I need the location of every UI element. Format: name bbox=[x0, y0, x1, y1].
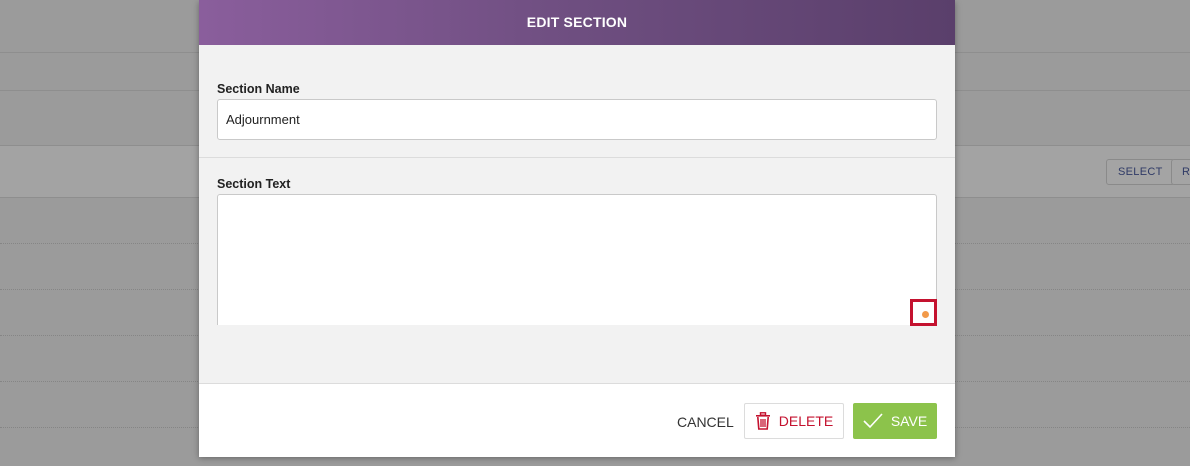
checkmark-icon bbox=[863, 413, 883, 429]
dialog-footer: CANCEL DELETE SAVE bbox=[199, 383, 955, 457]
delete-button[interactable]: DELETE bbox=[744, 403, 844, 439]
cancel-button[interactable]: CANCEL bbox=[669, 404, 742, 440]
delete-label: DELETE bbox=[778, 413, 834, 429]
bg-partial-button[interactable]: RE bbox=[1171, 159, 1190, 185]
section-name-input[interactable] bbox=[217, 99, 937, 140]
form-divider bbox=[199, 157, 955, 158]
save-label: SAVE bbox=[890, 413, 928, 429]
section-text-label: Section Text bbox=[217, 177, 291, 191]
save-button[interactable]: SAVE bbox=[853, 403, 937, 439]
dialog-title: EDIT SECTION bbox=[199, 0, 955, 45]
bg-select-button[interactable]: SELECT bbox=[1106, 159, 1175, 185]
edit-section-dialog: EDIT SECTION Section Name Section Text C… bbox=[199, 0, 955, 457]
section-text-textarea[interactable] bbox=[217, 194, 937, 325]
resize-handle-icon bbox=[922, 311, 929, 318]
trash-icon bbox=[755, 412, 771, 430]
section-name-label: Section Name bbox=[217, 82, 300, 96]
resize-handle-highlight[interactable] bbox=[910, 299, 937, 326]
